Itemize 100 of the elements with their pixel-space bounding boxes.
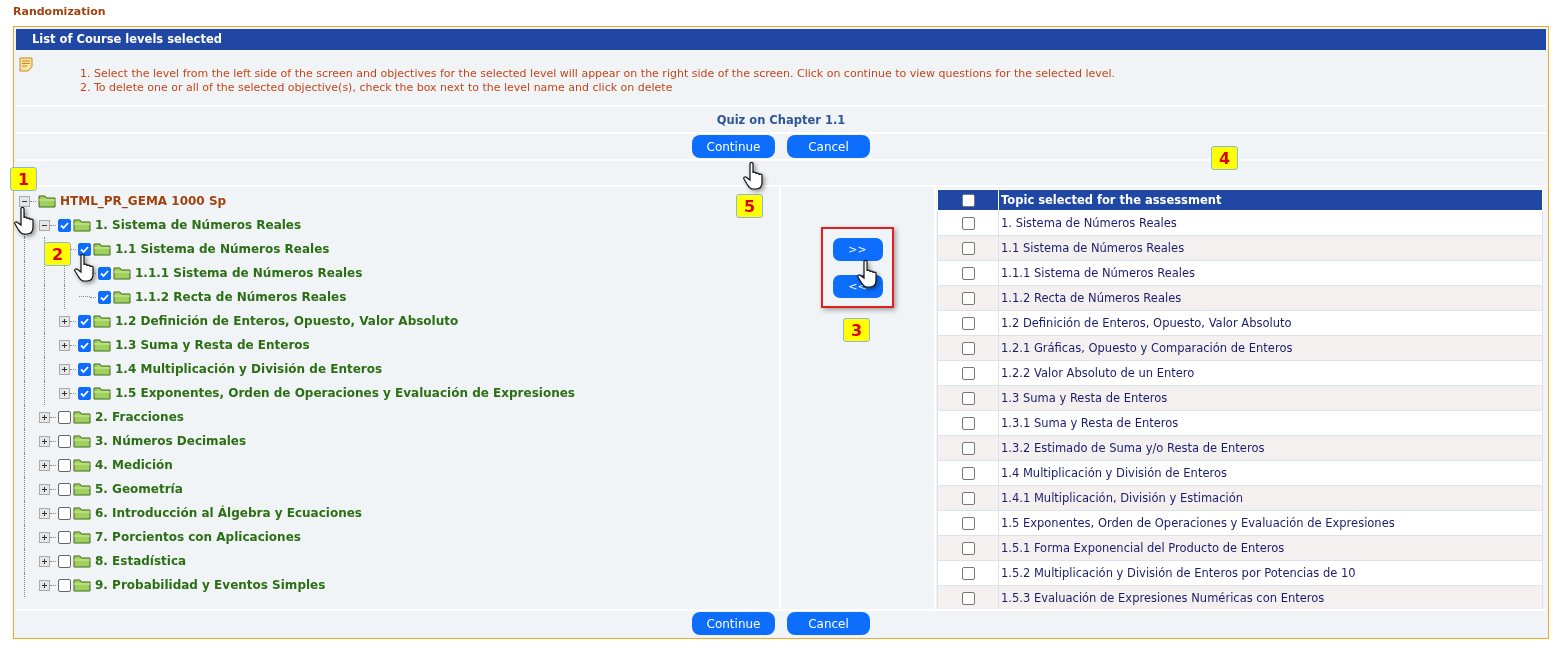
folder-icon xyxy=(73,530,91,544)
folder-icon xyxy=(73,458,91,472)
tree-item-label[interactable]: 1.3 Suma y Resta de Enteros xyxy=(115,338,310,352)
tree-checkbox[interactable] xyxy=(78,338,91,352)
table-cell: 1.5.3 Evaluación de Expresiones Numéricas con Enteros xyxy=(1001,591,1325,605)
tree-item-label[interactable]: 5. Geometría xyxy=(95,482,183,496)
tree-item-label[interactable]: 7. Porcientos con Aplicaciones xyxy=(95,530,301,544)
folder-icon xyxy=(113,290,131,304)
table-cell: 1.1 Sistema de Números Reales xyxy=(1001,241,1185,255)
cancel-button[interactable]: Cancel xyxy=(787,135,870,158)
tree-item-label[interactable]: 1.2 Definición de Enteros, Opuesto, Valor Absoluto xyxy=(115,314,459,328)
row-checkbox[interactable] xyxy=(961,367,975,380)
tree-item-label[interactable]: 2. Fracciones xyxy=(95,410,184,424)
expand-toggle[interactable] xyxy=(39,483,50,495)
tree-checkbox[interactable] xyxy=(78,362,91,376)
expand-toggle[interactable] xyxy=(39,579,50,591)
tree-checkbox[interactable] xyxy=(58,554,71,568)
table-cell: 1.1.2 Recta de Números Reales xyxy=(1001,291,1182,305)
row-checkbox[interactable] xyxy=(961,267,975,280)
select-all-checkbox[interactable] xyxy=(961,194,975,207)
table-cell: 1.2.2 Valor Absoluto de un Entero xyxy=(1001,366,1195,380)
row-checkbox[interactable] xyxy=(961,292,975,305)
row-checkbox[interactable] xyxy=(961,392,975,405)
table-cell: 1.4.1 Multiplicación, División y Estimación xyxy=(1001,491,1243,505)
tree-item-label[interactable]: 1.1.1 Sistema de Números Reales xyxy=(135,266,363,280)
instruction-text: 1. Select the level from the left side of the screen and objectives for the selected level will appear on the right side of the screen. Click on continue to view questions for the selected level. xyxy=(80,67,1116,81)
collapse-toggle[interactable] xyxy=(19,195,30,207)
tree-item-label[interactable]: HTML_PR_GEMA 1000 Sp xyxy=(60,194,227,208)
row-checkbox[interactable] xyxy=(961,592,975,605)
expand-toggle[interactable] xyxy=(59,363,70,375)
expand-toggle[interactable] xyxy=(39,555,50,567)
row-checkbox[interactable] xyxy=(961,217,975,230)
tree-checkbox[interactable] xyxy=(58,410,71,424)
step-badge: 3 xyxy=(843,318,870,342)
expand-toggle[interactable] xyxy=(39,435,50,447)
folder-icon xyxy=(73,482,91,496)
tree-checkbox[interactable] xyxy=(78,242,91,256)
tree-item-label[interactable]: 1.1.2 Recta de Números Reales xyxy=(135,290,347,304)
tree-checkbox[interactable] xyxy=(58,482,71,496)
page-title: Randomization xyxy=(13,5,107,20)
tree-checkbox[interactable] xyxy=(98,266,111,280)
table-cell: 1.5.2 Multiplicación y División de Enteros por Potencias de 10 xyxy=(1001,566,1356,580)
folder-icon xyxy=(93,386,111,400)
folder-icon xyxy=(73,506,91,520)
expand-toggle[interactable] xyxy=(59,315,70,327)
row-checkbox[interactable] xyxy=(961,567,975,580)
tree-item-label[interactable]: 1. Sistema de Números Reales xyxy=(95,218,302,232)
row-checkbox[interactable] xyxy=(961,467,975,480)
step-badge: 4 xyxy=(1211,146,1238,170)
row-checkbox[interactable] xyxy=(961,242,975,255)
tree-checkbox[interactable] xyxy=(78,314,91,328)
continue-button[interactable]: Continue xyxy=(692,612,775,635)
continue-button[interactable]: Continue xyxy=(692,135,775,158)
folder-icon xyxy=(113,266,131,280)
row-checkbox[interactable] xyxy=(961,342,975,355)
cancel-button[interactable]: Cancel xyxy=(787,612,870,635)
step-badge: 5 xyxy=(736,194,763,218)
tree-item-label[interactable]: 9. Probabilidad y Eventos Simples xyxy=(95,578,326,592)
expand-toggle[interactable] xyxy=(39,459,50,471)
folder-icon xyxy=(73,410,91,424)
folder-icon xyxy=(73,218,91,232)
row-checkbox[interactable] xyxy=(961,492,975,505)
folder-icon xyxy=(93,314,111,328)
row-checkbox[interactable] xyxy=(961,542,975,555)
tree-item-label[interactable]: 8. Estadística xyxy=(95,554,187,568)
panel-header: List of Course levels selected xyxy=(16,29,1546,50)
table-cell: 1.2 Definición de Enteros, Opuesto, Valor Absoluto xyxy=(1001,316,1292,330)
tree-item-label[interactable]: 6. Introducción al Álgebra y Ecuaciones xyxy=(95,506,362,520)
row-checkbox[interactable] xyxy=(961,442,975,455)
tree-checkbox[interactable] xyxy=(58,458,71,472)
tree-item-label[interactable]: 1.4 Multiplicación y División de Enteros xyxy=(115,362,383,376)
tree-checkbox[interactable] xyxy=(58,530,71,544)
expand-toggle[interactable] xyxy=(59,339,70,351)
folder-icon xyxy=(73,578,91,592)
expand-toggle[interactable] xyxy=(39,531,50,543)
row-checkbox[interactable] xyxy=(961,417,975,430)
tree-item-label[interactable]: 3. Números Decimales xyxy=(95,434,247,448)
table-cell: 1.3 Suma y Resta de Enteros xyxy=(1001,391,1168,405)
tree-checkbox[interactable] xyxy=(58,578,71,592)
table-cell: 1.5.1 Forma Exponencial del Producto de Enteros xyxy=(1001,541,1285,555)
folder-icon xyxy=(73,434,91,448)
tree-item-label[interactable]: 1.1 Sistema de Números Reales xyxy=(115,242,330,256)
collapse-toggle[interactable] xyxy=(39,219,50,231)
row-checkbox[interactable] xyxy=(961,517,975,530)
tree-checkbox[interactable] xyxy=(78,386,91,400)
expand-toggle[interactable] xyxy=(59,387,70,399)
tree-checkbox[interactable] xyxy=(58,506,71,520)
expand-toggle[interactable] xyxy=(39,507,50,519)
table-cell: 1.4 Multiplicación y División de Enteros xyxy=(1001,466,1227,480)
add-button[interactable]: >> xyxy=(832,237,883,261)
table-cell: 1.5 Exponentes, Orden de Operaciones y Evaluación de Expresiones xyxy=(1001,516,1395,530)
expand-toggle[interactable] xyxy=(39,411,50,423)
row-checkbox[interactable] xyxy=(961,317,975,330)
table-cell: 1.2.1 Gráficas, Opuesto y Comparación de Enteros xyxy=(1001,341,1293,355)
step-badge: 1 xyxy=(10,167,37,191)
tree-item-label[interactable]: 4. Medición xyxy=(95,458,173,472)
tree-checkbox[interactable] xyxy=(58,434,71,448)
tree-item-label[interactable]: 1.5 Exponentes, Orden de Operaciones y Evaluación de Expresiones xyxy=(115,386,575,400)
tree-checkbox[interactable] xyxy=(58,218,71,232)
tree-checkbox[interactable] xyxy=(98,290,111,304)
